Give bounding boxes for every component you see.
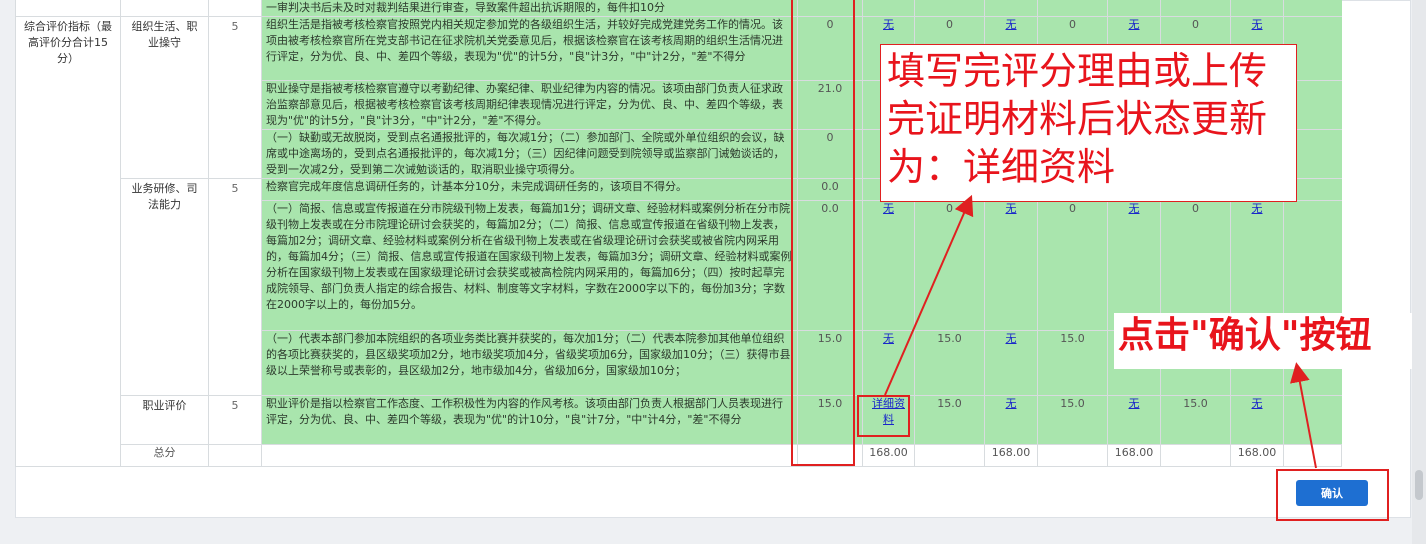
confirm-button[interactable]: 确认 bbox=[1296, 480, 1368, 506]
vertical-scrollbar[interactable] bbox=[1412, 0, 1426, 544]
annotation-arrows bbox=[884, 194, 1317, 469]
